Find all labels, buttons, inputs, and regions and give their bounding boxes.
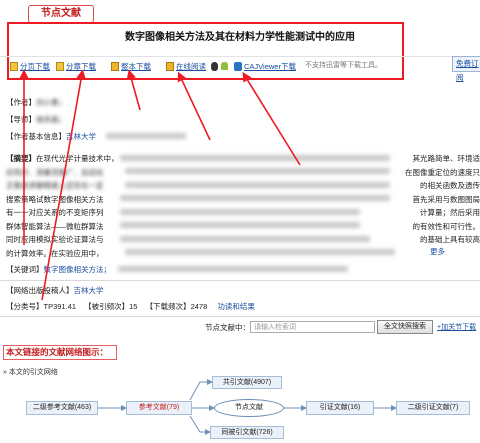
annotation-arrow	[242, 71, 301, 166]
annotation-arrow	[41, 69, 86, 301]
annotation-arrows	[19, 69, 397, 435]
connector	[189, 415, 211, 435]
annotation-arrow	[177, 71, 211, 141]
connector	[189, 379, 213, 401]
annotation-arrow	[126, 69, 141, 111]
